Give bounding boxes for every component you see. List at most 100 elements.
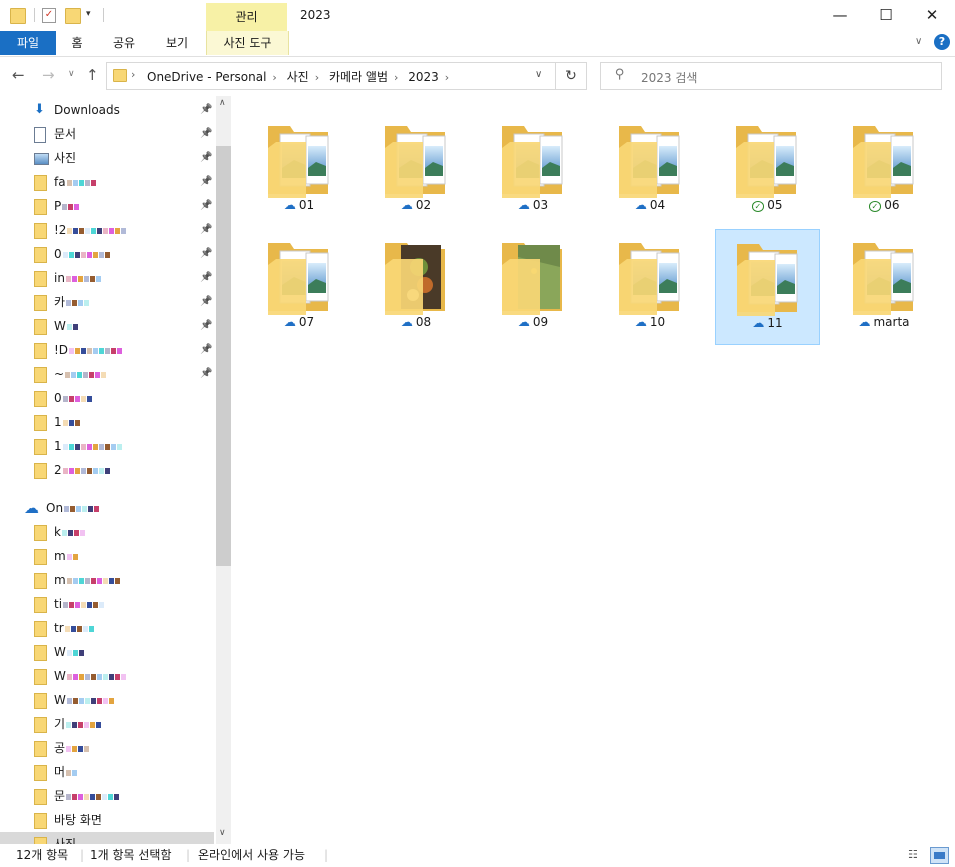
breadcrumb-pictures[interactable]: 사진 — [287, 68, 309, 85]
nav-item[interactable]: 기 — [0, 712, 214, 736]
divider: | — [186, 848, 191, 862]
redacted-pixel — [72, 323, 78, 330]
chevron-right-icon[interactable]: › — [272, 71, 276, 84]
tab-home[interactable]: 홈 — [56, 31, 98, 55]
pin-icon[interactable]: 📌 — [200, 98, 212, 122]
pin-icon[interactable]: 📌 — [200, 194, 212, 218]
folder-tile[interactable]: ☁ marta — [832, 229, 936, 343]
nav-item[interactable]: 0 — [0, 386, 214, 410]
folder-tile[interactable]: ☁ 04 — [598, 112, 702, 226]
help-icon[interactable]: ? — [934, 34, 950, 50]
tab-file[interactable]: 파일 — [0, 31, 56, 55]
up-arrow-icon[interactable]: ↑ — [86, 66, 99, 84]
nav-item[interactable]: tr — [0, 616, 214, 640]
nav-item[interactable]: W — [0, 664, 214, 688]
nav-item[interactable]: !D 📌 — [0, 338, 214, 362]
pin-icon[interactable]: 📌 — [200, 122, 212, 146]
nav-item-text: k — [54, 525, 61, 539]
nav-item[interactable]: k — [0, 520, 214, 544]
chevron-right-icon[interactable]: › — [445, 71, 449, 84]
address-dropdown-chevron-icon[interactable]: ∨ — [535, 69, 542, 80]
nav-item[interactable]: ti — [0, 592, 214, 616]
folder-tile[interactable]: ☁ 09 — [481, 229, 585, 343]
nav-item[interactable]: !2 📌 — [0, 218, 214, 242]
maximize-button[interactable]: ☐ — [863, 0, 909, 31]
nav-item[interactable]: m — [0, 568, 214, 592]
nav-item[interactable]: 사진 📌 — [0, 146, 214, 170]
properties-checkmark-icon[interactable]: ✓ — [42, 8, 56, 23]
nav-item[interactable]: 공 — [0, 736, 214, 760]
pin-icon[interactable]: 📌 — [200, 314, 212, 338]
nav-item[interactable]: in 📌 — [0, 266, 214, 290]
expand-ribbon-icon[interactable]: ∨ — [915, 36, 922, 47]
nav-item[interactable]: ☁ On — [0, 496, 214, 520]
recent-locations-chevron-icon[interactable]: ∨ — [68, 69, 75, 79]
chevron-right-icon[interactable]: › — [131, 68, 135, 81]
pin-icon[interactable]: 📌 — [200, 218, 212, 242]
folder-tile[interactable]: ✓ 06 — [832, 112, 936, 226]
folder-tile[interactable]: ☁ 10 — [598, 229, 702, 343]
forward-arrow-icon[interactable]: → — [42, 66, 55, 84]
folder-tile[interactable]: ☁ 02 — [364, 112, 468, 226]
folder-tile[interactable]: ☁ 11 — [715, 229, 820, 345]
folder-tile[interactable]: ☁ 03 — [481, 112, 585, 226]
details-view-icon[interactable]: ☷ — [908, 847, 924, 862]
search-input[interactable]: 2023 검색 — [641, 69, 697, 86]
nav-item[interactable]: 카 📌 — [0, 290, 214, 314]
folder-tile[interactable]: ☁ 01 — [247, 112, 351, 226]
refresh-icon[interactable]: ↻ — [556, 62, 587, 90]
nav-item[interactable]: W — [0, 688, 214, 712]
folder-icon — [34, 621, 47, 637]
minimize-button[interactable]: — — [817, 0, 863, 31]
nav-item[interactable]: W 📌 — [0, 314, 214, 338]
tab-picture-tools[interactable]: 사진 도구 — [206, 31, 289, 55]
scroll-up-icon[interactable]: ∧ — [219, 98, 226, 108]
search-box[interactable]: ⚲ 2023 검색 — [600, 62, 942, 90]
redacted-pixel — [93, 601, 99, 608]
nav-item[interactable]: 사진 — [0, 832, 214, 844]
redacted-pixel — [97, 227, 103, 234]
folder-tile[interactable]: ✓ 05 — [715, 112, 819, 226]
nav-item[interactable]: 문서 📌 — [0, 122, 214, 146]
pin-icon[interactable]: 📌 — [200, 338, 212, 362]
scroll-down-icon[interactable]: ∨ — [219, 828, 226, 838]
cloud-only-icon: ☁ — [634, 315, 647, 329]
breadcrumb-camera-roll[interactable]: 카메라 앨범 — [329, 68, 388, 85]
customize-quick-access-icon[interactable]: ▾ — [86, 9, 100, 23]
nav-item[interactable]: m — [0, 544, 214, 568]
back-arrow-icon[interactable]: ← — [12, 66, 25, 84]
nav-item[interactable]: 문 — [0, 784, 214, 808]
pin-icon[interactable]: 📌 — [200, 146, 212, 170]
breadcrumb-onedrive[interactable]: OneDrive - Personal — [147, 70, 266, 84]
new-folder-icon[interactable] — [65, 8, 81, 24]
nav-item[interactable]: 바탕 화면 — [0, 808, 214, 832]
nav-item[interactable]: 머 — [0, 760, 214, 784]
nav-item[interactable]: P 📌 — [0, 194, 214, 218]
redacted-pixel — [81, 601, 87, 608]
nav-item[interactable]: 0 📌 — [0, 242, 214, 266]
nav-item[interactable]: fa 📌 — [0, 170, 214, 194]
folder-tile[interactable]: ☁ 08 — [364, 229, 468, 343]
pin-icon[interactable]: 📌 — [200, 242, 212, 266]
pin-icon[interactable]: 📌 — [200, 170, 212, 194]
scroll-thumb[interactable] — [216, 146, 231, 566]
nav-item[interactable]: ⬇ Downloads 📌 — [0, 98, 214, 122]
pin-icon[interactable]: 📌 — [200, 290, 212, 314]
nav-item[interactable]: 2 — [0, 458, 214, 482]
tab-view[interactable]: 보기 — [150, 31, 204, 55]
chevron-right-icon[interactable]: › — [394, 71, 398, 84]
pin-icon[interactable]: 📌 — [200, 266, 212, 290]
breadcrumb-2023[interactable]: 2023 — [408, 70, 439, 84]
tab-share[interactable]: 공유 — [100, 31, 148, 55]
nav-item[interactable]: ~ 📌 — [0, 362, 214, 386]
nav-item[interactable]: W — [0, 640, 214, 664]
folder-tile[interactable]: ☁ 07 — [247, 229, 351, 343]
large-icons-view-icon[interactable] — [930, 847, 949, 864]
pin-icon[interactable]: 📌 — [200, 362, 212, 386]
close-button[interactable]: ✕ — [909, 0, 955, 31]
manage-contextual-tab[interactable]: 관리 — [206, 3, 287, 31]
address-bar[interactable]: › OneDrive - Personal › 사진 › 카메라 앨범 › 2023 ›… — [106, 62, 556, 90]
chevron-right-icon[interactable]: › — [315, 71, 319, 84]
nav-item[interactable]: 1 — [0, 410, 214, 434]
nav-item[interactable]: 1 — [0, 434, 214, 458]
